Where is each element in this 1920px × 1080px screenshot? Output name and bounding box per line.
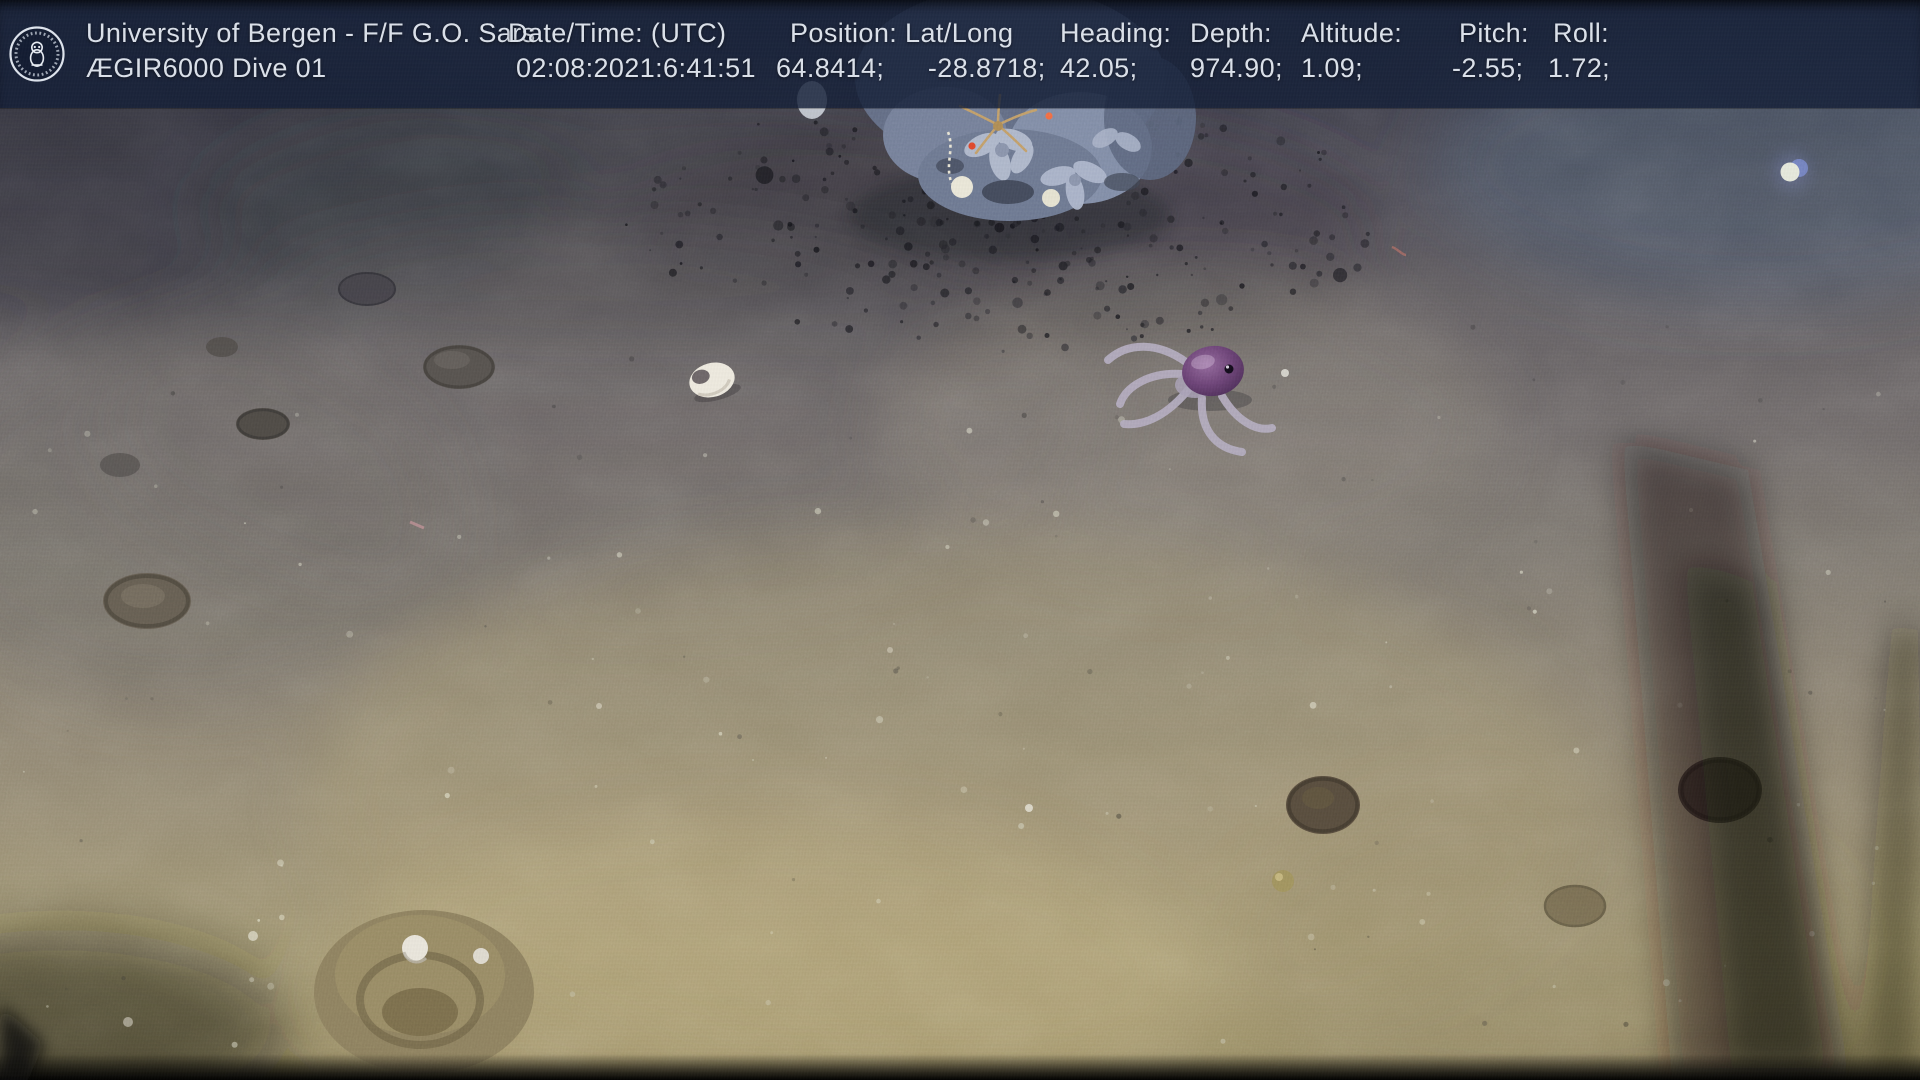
latitude-value: 64.8414; — [776, 51, 920, 86]
roll-value: 1.72; — [1548, 51, 1610, 86]
roll-label: Roll: — [1548, 16, 1610, 51]
vessel-title-block: University of Bergen - F/F G.O. Sars ÆGI… — [86, 16, 536, 86]
datetime-value: 02:08:2021:6:41:51 — [508, 51, 756, 86]
bottom-edge-shadow — [0, 1054, 1920, 1080]
vessel-title: University of Bergen - F/F G.O. Sars — [86, 16, 536, 51]
longitude-value: -28.8718; — [928, 53, 1046, 83]
university-of-bergen-logo — [8, 25, 66, 83]
seafloor-photo — [0, 0, 1920, 1080]
datetime-label: Date/Time: (UTC) — [508, 16, 756, 51]
telemetry-depth: Depth: 974.90; — [1190, 16, 1283, 86]
altitude-label: Altitude: — [1301, 16, 1402, 51]
telemetry-altitude: Altitude: 1.09; — [1301, 16, 1402, 86]
depth-value: 974.90; — [1190, 51, 1283, 86]
telemetry-roll: Roll: 1.72; — [1548, 16, 1610, 86]
video-grain — [0, 0, 1920, 1080]
telemetry-datetime: Date/Time: (UTC) 02:08:2021:6:41:51 — [508, 16, 756, 86]
altitude-value: 1.09; — [1301, 51, 1402, 86]
telemetry-bar: University of Bergen - F/F G.O. Sars ÆGI… — [0, 0, 1920, 108]
heading-value: 42.05; — [1060, 51, 1171, 86]
rov-video-frame: University of Bergen - F/F G.O. Sars ÆGI… — [0, 0, 1920, 1080]
pitch-label: Pitch: — [1452, 16, 1529, 51]
heading-label: Heading: — [1060, 16, 1171, 51]
depth-label: Depth: — [1190, 16, 1283, 51]
position-label: Position: Lat/Long — [776, 16, 1046, 51]
dive-title: ÆGIR6000 Dive 01 — [86, 51, 536, 86]
pitch-value: -2.55; — [1452, 51, 1529, 86]
telemetry-heading: Heading: 42.05; — [1060, 16, 1171, 86]
telemetry-position: Position: Lat/Long 64.8414; -28.8718; — [776, 16, 1046, 86]
telemetry-pitch: Pitch: -2.55; — [1452, 16, 1529, 86]
